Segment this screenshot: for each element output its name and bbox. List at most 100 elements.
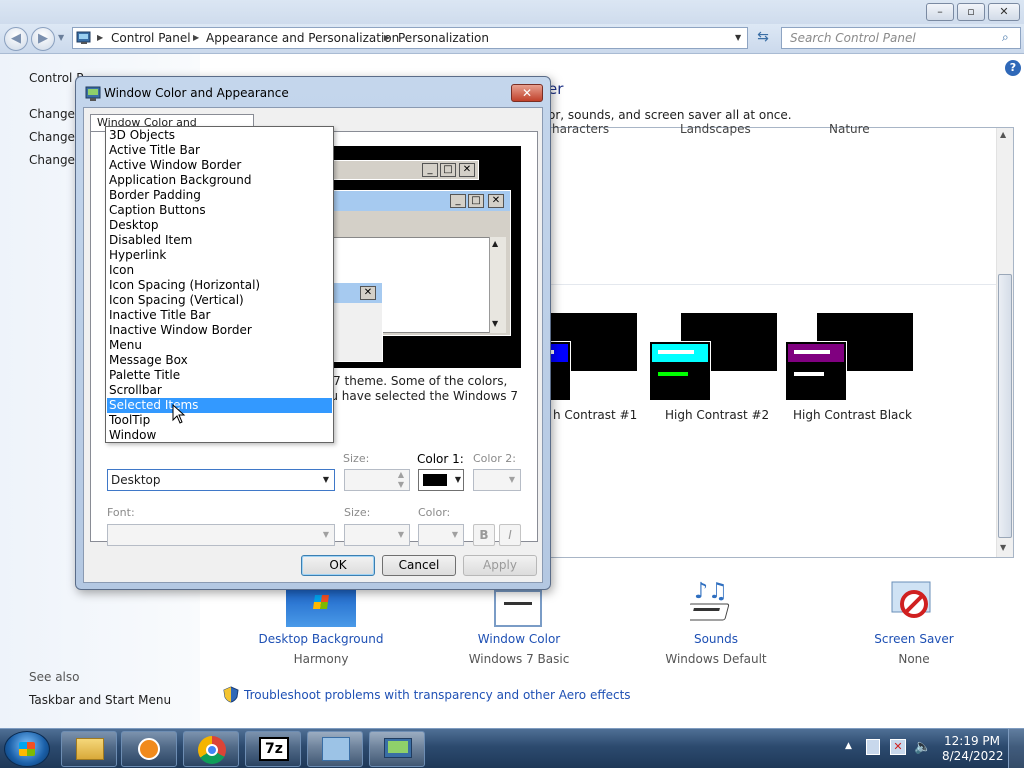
action-center-icon[interactable] <box>866 739 880 755</box>
clock-date: 8/24/2022 <box>942 749 1004 763</box>
dropdown-option[interactable]: Active Title Bar <box>107 143 332 158</box>
theme-scrollbar[interactable]: ▲ ▼ <box>996 128 1013 557</box>
color1-picker[interactable]: ▼ <box>418 469 464 491</box>
desktop-background-link[interactable]: Desktop Background <box>241 632 401 646</box>
dropdown-option[interactable]: 3D Objects <box>107 128 332 143</box>
screen-saver-item[interactable]: Screen Saver None <box>834 632 994 666</box>
sounds-item[interactable]: Sounds Windows Default <box>636 632 796 666</box>
preview-message-box: ✕ <box>331 282 383 362</box>
address-bar[interactable]: ▶ Control Panel ▶ Appearance and Persona… <box>72 27 748 49</box>
start-button[interactable] <box>4 731 50 767</box>
chevron-down-icon[interactable]: ▼ <box>455 470 461 490</box>
breadcrumb-appearance[interactable]: Appearance and Personalization <box>206 28 399 48</box>
theme-name[interactable]: h Contrast #1 <box>553 408 637 422</box>
font-size-select[interactable]: ▼ <box>344 524 410 546</box>
dropdown-option[interactable]: Message Box <box>107 353 332 368</box>
scrollbar-thumb[interactable] <box>998 274 1012 538</box>
color1-swatch <box>423 474 447 486</box>
taskbar-control-panel[interactable] <box>307 731 363 767</box>
dropdown-option[interactable]: Desktop <box>107 218 332 233</box>
breadcrumb-separator-icon: ▶ <box>384 33 391 42</box>
cancel-button[interactable]: Cancel <box>382 555 456 576</box>
theme-high-contrast-2[interactable] <box>649 313 777 405</box>
dropdown-option[interactable]: Menu <box>107 338 332 353</box>
forward-icon[interactable]: ▶ <box>31 27 55 51</box>
dropdown-option[interactable]: Inactive Window Border <box>107 323 332 338</box>
size-label: Size: <box>343 452 370 465</box>
search-icon[interactable]: ⌕ <box>1002 30 1009 45</box>
theme-name[interactable]: High Contrast Black <box>793 408 912 422</box>
minimize-button[interactable]: – <box>926 3 954 21</box>
dropdown-option[interactable]: Selected Items <box>107 398 332 413</box>
scroll-down-icon[interactable]: ▼ <box>1000 543 1006 552</box>
search-input[interactable]: Search Control Panel <box>781 27 1021 49</box>
breadcrumb-personalization[interactable]: Personalization <box>398 28 489 48</box>
recent-pages-chevron-icon[interactable]: ▼ <box>58 33 64 42</box>
window-color-item[interactable]: Window Color Windows 7 Basic <box>439 632 599 666</box>
chevron-down-icon[interactable]: ▼ <box>318 470 334 490</box>
dropdown-option[interactable]: Hyperlink <box>107 248 332 263</box>
sounds-icon[interactable]: ♪♫ <box>690 578 742 626</box>
taskbar: 7z ▲ ✕ 🔈 12:19 PM 8/24/2022 <box>0 728 1024 768</box>
dropdown-option[interactable]: Window <box>107 428 332 443</box>
dialog-close-button[interactable]: ✕ <box>511 84 543 102</box>
address-dropdown-icon[interactable]: ▼ <box>735 28 741 48</box>
back-icon[interactable]: ◀ <box>4 27 28 51</box>
screen-saver-link[interactable]: Screen Saver <box>834 632 994 646</box>
window-color-value: Windows 7 Basic <box>468 652 570 666</box>
dropdown-option[interactable]: Inactive Title Bar <box>107 308 332 323</box>
left-link-2[interactable]: Change <box>29 130 75 144</box>
size-stepper[interactable]: ▲ ▼ <box>344 469 410 491</box>
theme-name[interactable]: High Contrast #2 <box>665 408 769 422</box>
dropdown-option[interactable]: Active Window Border <box>107 158 332 173</box>
breadcrumb-control-panel[interactable]: Control Panel <box>111 28 191 48</box>
taskbar-7zip[interactable]: 7z <box>245 731 301 767</box>
dropdown-option[interactable]: Application Background <box>107 173 332 188</box>
taskbar-media-player[interactable] <box>121 731 177 767</box>
window-color-link[interactable]: Window Color <box>439 632 599 646</box>
dropdown-option[interactable]: Icon Spacing (Horizontal) <box>107 278 332 293</box>
troubleshoot-link[interactable]: Troubleshoot problems with transparency … <box>244 688 631 702</box>
window-color-icon[interactable] <box>494 590 542 627</box>
dropdown-option[interactable]: ToolTip <box>107 413 332 428</box>
left-link-1[interactable]: Change <box>29 107 75 121</box>
taskbar-personalization[interactable] <box>369 731 425 767</box>
desktop-background-icon[interactable] <box>286 590 356 627</box>
clock[interactable]: 12:19 PM 8/24/2022 <box>942 734 1004 764</box>
dropdown-option[interactable]: Disabled Item <box>107 233 332 248</box>
dropdown-option[interactable]: Icon Spacing (Vertical) <box>107 293 332 308</box>
bold-button[interactable]: B <box>473 524 495 546</box>
color2-picker[interactable]: ▼ <box>473 469 521 491</box>
sounds-link[interactable]: Sounds <box>636 632 796 646</box>
apply-button[interactable]: Apply <box>463 555 537 576</box>
refresh-icon[interactable]: ⇆ <box>752 29 774 49</box>
color2-label: Color 2: <box>473 452 516 465</box>
dropdown-option[interactable]: Icon <box>107 263 332 278</box>
screen-saver-icon[interactable] <box>888 578 938 626</box>
dropdown-option[interactable]: Border Padding <box>107 188 332 203</box>
taskbar-start-menu-link[interactable]: Taskbar and Start Menu <box>29 693 171 707</box>
appearance-preview: _ □ ✕ _ □ ✕ ▲ ▼ ✕ <box>331 146 521 368</box>
maximize-button[interactable]: ▫ <box>957 3 985 21</box>
dropdown-option[interactable]: Palette Title <box>107 368 332 383</box>
dropdown-option[interactable]: Caption Buttons <box>107 203 332 218</box>
font-color-label: Color: <box>418 506 451 519</box>
show-hidden-icons-icon[interactable]: ▲ <box>845 741 852 751</box>
theme-high-contrast-black[interactable] <box>785 313 913 405</box>
taskbar-explorer[interactable] <box>61 731 117 767</box>
font-color-picker[interactable]: ▼ <box>418 524 464 546</box>
ok-button[interactable]: OK <box>301 555 375 576</box>
italic-button[interactable]: I <box>499 524 521 546</box>
show-desktop-button[interactable] <box>1008 729 1024 768</box>
help-icon[interactable]: ? <box>1005 60 1021 76</box>
dropdown-option[interactable]: Scrollbar <box>107 383 332 398</box>
font-select[interactable]: ▼ <box>107 524 335 546</box>
theme-note: s 7 theme. Some of the colors, ou have s… <box>323 374 543 404</box>
item-select[interactable]: Desktop ▼ <box>107 469 335 491</box>
scroll-up-icon[interactable]: ▲ <box>1000 130 1006 139</box>
close-button[interactable]: ✕ <box>988 3 1020 21</box>
network-icon[interactable]: ✕ <box>890 739 906 755</box>
volume-icon[interactable]: 🔈 <box>914 739 931 755</box>
desktop-background-item[interactable]: Desktop Background Harmony <box>241 632 401 666</box>
taskbar-chrome[interactable] <box>183 731 239 767</box>
